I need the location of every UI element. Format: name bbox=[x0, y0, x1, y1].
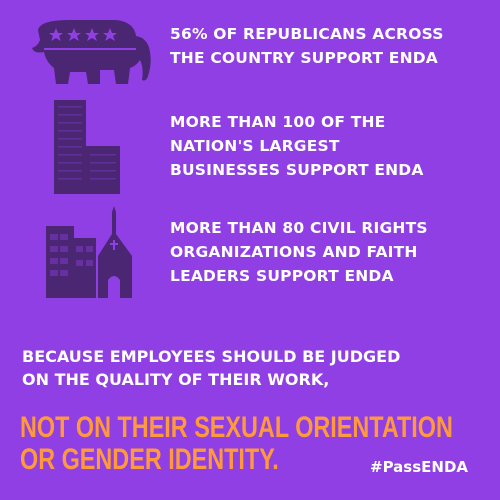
elephant-icon bbox=[32, 20, 151, 84]
hashtag: #PassENDA bbox=[370, 458, 468, 476]
fact-line: MORE THAN 80 CIVIL RIGHTS bbox=[170, 219, 428, 237]
fact-line: ORGANIZATIONS AND FAITH bbox=[170, 243, 418, 261]
fact-businesses: MORE THAN 100 OF THE NATION'S LARGEST BU… bbox=[170, 110, 490, 182]
fact-line: LEADERS SUPPORT ENDA bbox=[170, 267, 394, 285]
statement: BECAUSE EMPLOYEES SHOULD BE JUDGED ON TH… bbox=[22, 345, 492, 391]
fact-line: 56% OF REPUBLICANS ACROSS bbox=[170, 25, 444, 43]
fact-line: NATION'S LARGEST bbox=[170, 137, 340, 155]
buildings-church-icon bbox=[46, 206, 132, 298]
emphasis-line: NOT ON THEIR SEXUAL ORIENTATION bbox=[20, 411, 453, 444]
skyscrapers-icon bbox=[54, 100, 120, 194]
fact-line: THE COUNTRY SUPPORT ENDA bbox=[170, 49, 438, 67]
fact-civil-rights: MORE THAN 80 CIVIL RIGHTS ORGANIZATIONS … bbox=[170, 216, 490, 288]
emphasis-statement: NOT ON THEIR SEXUAL ORIENTATION OR GENDE… bbox=[20, 411, 453, 476]
statement-line: ON THE QUALITY OF THEIR WORK, bbox=[22, 370, 330, 389]
statement-line: BECAUSE EMPLOYEES SHOULD BE JUDGED bbox=[22, 347, 401, 366]
fact-line: BUSINESSES SUPPORT ENDA bbox=[170, 161, 424, 179]
emphasis-line: OR GENDER IDENTITY. bbox=[20, 443, 279, 476]
fact-republicans: 56% OF REPUBLICANS ACROSS THE COUNTRY SU… bbox=[170, 22, 490, 70]
fact-line: MORE THAN 100 OF THE bbox=[170, 113, 386, 131]
